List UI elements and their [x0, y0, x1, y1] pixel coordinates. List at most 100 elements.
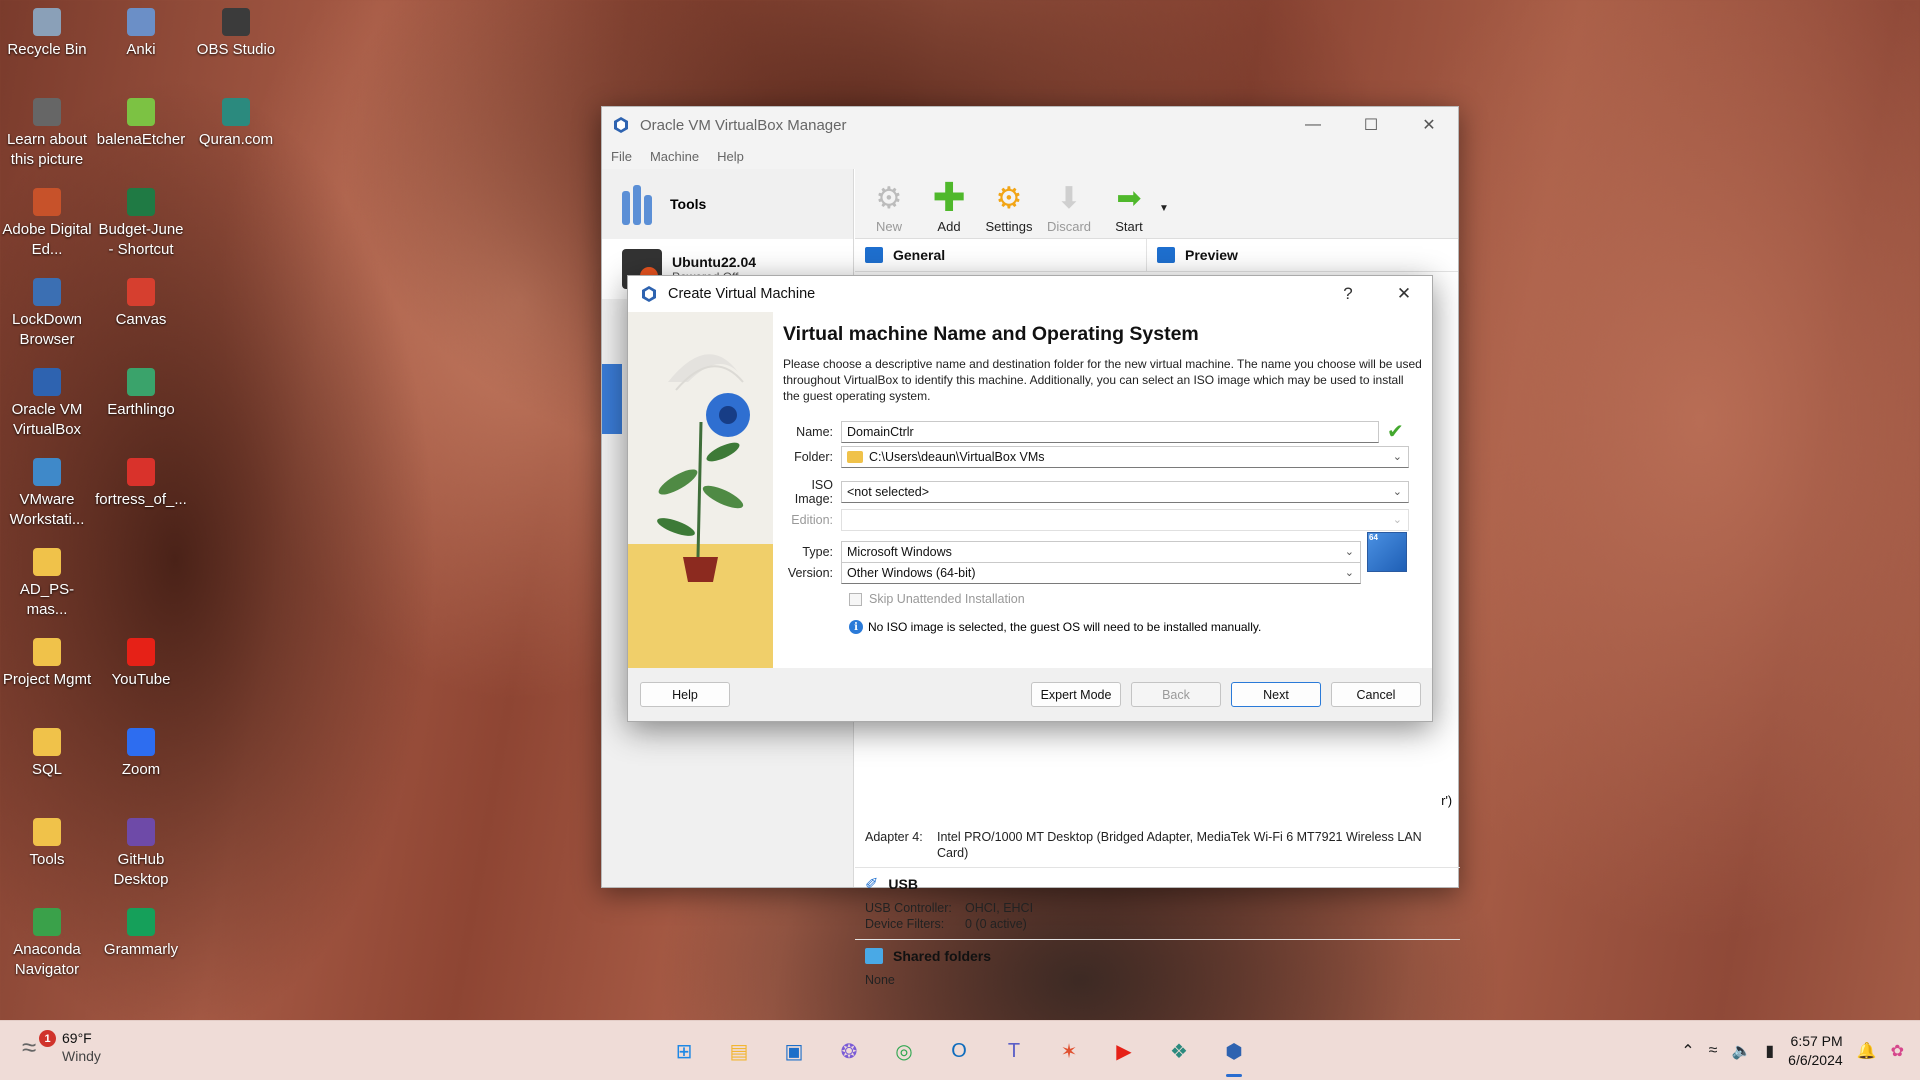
discard-button[interactable]: ⬇ Discard	[1039, 177, 1099, 238]
desktop-icon-label: fortress_of_...	[95, 491, 187, 508]
desktop-icon[interactable]: Project Mgmt	[1, 638, 93, 690]
virtualbox-icon[interactable]: ⬢	[1214, 1031, 1254, 1077]
quran-icon	[222, 98, 250, 126]
desktop-icon[interactable]: Earthlingo	[95, 368, 187, 420]
selected-vm-strip[interactable]	[602, 364, 622, 434]
settings-button[interactable]: ⚙ Settings	[979, 177, 1039, 238]
weather-temp: 69°F	[62, 1030, 92, 1046]
preview-section-header[interactable]: Preview	[1147, 239, 1248, 271]
expert-mode-button[interactable]: Expert Mode	[1031, 682, 1121, 707]
desktop-icon[interactable]: Learn about this picture	[1, 98, 93, 170]
version-row: Version: Other Windows (64-bit) ⌄	[773, 562, 1361, 584]
desktop-icon[interactable]: SQL	[1, 728, 93, 780]
start-button[interactable]: ➡ Start	[1099, 177, 1159, 238]
chevron-up-icon[interactable]: ⌃	[1681, 1041, 1694, 1061]
shared-folders-section-header[interactable]: Shared folders	[855, 940, 1460, 972]
settings-gear-icon: ⚙	[995, 181, 1023, 215]
name-input[interactable]: DomainCtrlr	[841, 420, 1379, 443]
minimize-button[interactable]: —	[1284, 107, 1342, 143]
next-button[interactable]: Next	[1231, 682, 1321, 707]
folder-icon	[847, 451, 863, 463]
volume-icon[interactable]: 🔈	[1731, 1041, 1751, 1061]
desktop-icon[interactable]: LockDown Browser	[1, 278, 93, 350]
dialog-help-button[interactable]: ?	[1320, 276, 1376, 312]
app-red-icon[interactable]: ✶	[1049, 1031, 1089, 1071]
desktop-icon[interactable]: Tools	[1, 818, 93, 870]
desktop-icon[interactable]: Quran.com	[190, 98, 282, 150]
help-button[interactable]: Help	[640, 682, 730, 707]
desktop-icon[interactable]: fortress_of_...	[95, 458, 187, 510]
outlook-icon[interactable]: O	[939, 1031, 979, 1071]
folder-icon	[33, 818, 61, 846]
iso-value: <not selected>	[847, 485, 930, 499]
desktop-icon[interactable]: Anki	[95, 8, 187, 60]
maximize-button[interactable]: ☐	[1342, 107, 1400, 143]
desktop-icon[interactable]: Canvas	[95, 278, 187, 330]
folder-select[interactable]: C:\Users\deaun\VirtualBox VMs ⌄	[841, 446, 1409, 468]
version-select[interactable]: Other Windows (64-bit) ⌄	[841, 562, 1361, 584]
youtube-icon[interactable]: ▶	[1104, 1031, 1144, 1071]
new-button[interactable]: ⚙ New	[859, 177, 919, 238]
desktop-icon[interactable]: Oracle VM VirtualBox	[1, 368, 93, 440]
start-dropdown-arrow[interactable]: ▼	[1159, 203, 1173, 238]
desktop-icon-label: balenaEtcher	[96, 131, 186, 148]
back-button[interactable]: Back	[1131, 682, 1221, 707]
desktop-icon-label: Project Mgmt	[2, 671, 92, 688]
remote-desktop-icon[interactable]: ▣	[774, 1031, 814, 1071]
desktop-icon[interactable]: Grammarly	[95, 908, 187, 960]
copilot-icon[interactable]: ❂	[829, 1031, 869, 1071]
desktop-icon[interactable]: OBS Studio	[190, 8, 282, 60]
weather-widget[interactable]: ≈ 1 69°F Windy	[22, 1029, 101, 1065]
desktop-icon[interactable]: AD_PS-mas...	[1, 548, 93, 620]
edition-select[interactable]: ⌄	[841, 509, 1409, 531]
desktop-icon[interactable]: Recycle Bin	[1, 8, 93, 60]
manager-title: Oracle VM VirtualBox Manager	[640, 116, 847, 134]
windows-os-icon: 64	[1367, 532, 1407, 572]
desktop-icon[interactable]: Budget-June - Shortcut	[95, 188, 187, 260]
battery-icon[interactable]: ▮	[1765, 1041, 1774, 1061]
virtualbox-logo-icon	[642, 286, 656, 302]
desktop-icon[interactable]: GitHub Desktop	[95, 818, 187, 890]
wifi-icon[interactable]: ≈	[1709, 1042, 1718, 1060]
notification-bell-icon[interactable]: 🔔	[1857, 1041, 1877, 1061]
desktop-icon-label: Adobe Digital Ed...	[2, 221, 92, 258]
cancel-button[interactable]: Cancel	[1331, 682, 1421, 707]
clock[interactable]: 6:57 PM 6/6/2024	[1788, 1032, 1843, 1070]
desktop-icon[interactable]: Zoom	[95, 728, 187, 780]
skip-unattended-checkbox[interactable]	[849, 592, 862, 606]
desktop-icon[interactable]: VMware Workstati...	[1, 458, 93, 530]
desktop-icon[interactable]: balenaEtcher	[95, 98, 187, 150]
skip-unattended-row[interactable]: Skip Unattended Installation	[849, 592, 1025, 606]
manager-titlebar[interactable]: Oracle VM VirtualBox Manager — ☐ ✕	[602, 107, 1458, 143]
teams-icon[interactable]: T	[994, 1031, 1034, 1071]
zoom-icon	[127, 728, 155, 756]
name-label: Name:	[796, 424, 833, 439]
menu-help[interactable]: Help	[717, 149, 744, 164]
version-value: Other Windows (64-bit)	[847, 566, 976, 580]
desktop-icon[interactable]: YouTube	[95, 638, 187, 690]
desktop-icon[interactable]: Anaconda Navigator	[1, 908, 93, 980]
quran-icon[interactable]: ❖	[1159, 1031, 1199, 1071]
add-button[interactable]: ✚ Add	[919, 176, 979, 238]
close-button[interactable]: ✕	[1400, 107, 1458, 143]
tools-item[interactable]: Tools	[602, 169, 853, 239]
general-section-header[interactable]: General	[855, 239, 1147, 271]
chrome-icon[interactable]: ◎	[884, 1031, 924, 1071]
desktop-icon[interactable]: Adobe Digital Ed...	[1, 188, 93, 260]
flower-illustration-icon	[657, 354, 750, 582]
dialog-titlebar[interactable]: Create Virtual Machine ? ✕	[628, 276, 1432, 312]
wizard-heading: Virtual machine Name and Operating Syste…	[783, 323, 1199, 345]
copilot-tray-icon[interactable]: ✿	[1891, 1041, 1904, 1061]
clock-date: 6/6/2024	[1788, 1052, 1843, 1068]
iso-select[interactable]: <not selected> ⌄	[841, 481, 1409, 503]
anki-icon	[127, 8, 155, 36]
type-select[interactable]: Microsoft Windows ⌄	[841, 541, 1361, 563]
system-tray: ⌃ ≈ 🔈 ▮ 6:57 PM 6/6/2024 🔔 ✿	[1681, 1021, 1920, 1080]
file-explorer-icon[interactable]: ▤	[719, 1031, 759, 1071]
menu-machine[interactable]: Machine	[650, 149, 699, 164]
adapter4-key: Adapter 4:	[865, 830, 923, 844]
windows-start-icon[interactable]: ⊞	[664, 1031, 704, 1071]
menu-file[interactable]: File	[611, 149, 632, 164]
usb-section-header[interactable]: ✐ USB	[855, 868, 1460, 900]
dialog-close-button[interactable]: ✕	[1376, 276, 1432, 312]
